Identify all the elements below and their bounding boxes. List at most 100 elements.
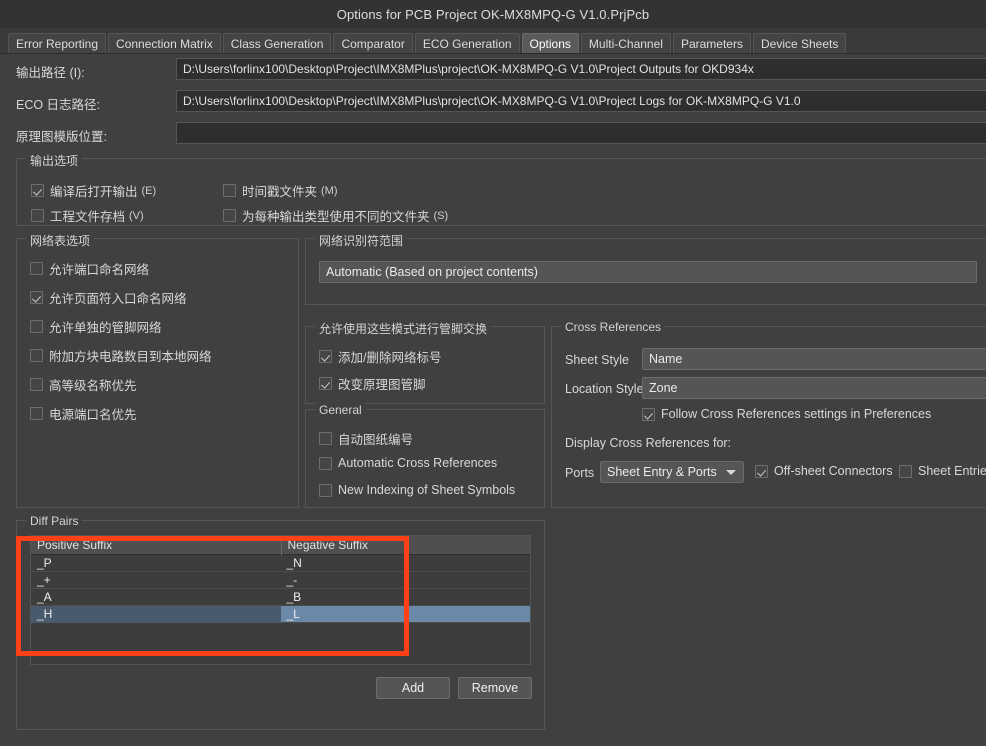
- eco-log-path-input[interactable]: D:\Users\forlinx100\Desktop\Project\IMX8…: [176, 90, 986, 112]
- net-identifier-scope-dropdown[interactable]: Automatic (Based on project contents): [319, 261, 977, 283]
- checkbox-label: Sheet Entries: [918, 464, 986, 478]
- window-title: Options for PCB Project OK-MX8MPQ-G V1.0…: [336, 6, 650, 22]
- net-identifier-scope-value: Automatic (Based on project contents): [326, 265, 538, 279]
- checkbox-power-port-names-take-priority[interactable]: 电源端口名优先: [30, 404, 137, 423]
- general-legend: General: [315, 403, 366, 417]
- output-path-label: 输出路径 (I):: [16, 66, 85, 80]
- diff-pairs-table[interactable]: Positive Suffix Negative Suffix _P _N _+ _-…: [30, 535, 531, 665]
- checkbox-label: 允许单独的管脚网络: [49, 321, 162, 335]
- tab-device-sheets[interactable]: Device Sheets: [752, 33, 847, 53]
- diff-pairs-header-row: Positive Suffix Negative Suffix: [31, 536, 530, 555]
- checkbox-change-schematic-pins[interactable]: 改变原理图管脚: [319, 374, 426, 393]
- cell-positive-suffix[interactable]: _A: [31, 589, 281, 606]
- checkbox-timestamp-folder[interactable]: 时间戳文件夹 (M): [223, 181, 338, 200]
- checkbox-box: [30, 349, 43, 362]
- netlist-options-legend: 网络表选项: [26, 232, 95, 249]
- checkbox-label: 允许端口命名网络: [49, 263, 150, 277]
- table-row[interactable]: _P _N: [31, 555, 530, 572]
- checkbox-box: [30, 378, 43, 391]
- output-path-input[interactable]: D:\Users\forlinx100\Desktop\Project\IMX8…: [176, 58, 986, 80]
- checkbox-add-remove-net-labels[interactable]: 添加/删除网络标号: [319, 347, 441, 366]
- sheet-style-dropdown[interactable]: Name: [642, 348, 986, 370]
- checkbox-label: Automatic Cross References: [338, 456, 498, 470]
- checkbox-append-sheet-number-to-local-nets[interactable]: 附加方块电路数目到本地网络: [30, 346, 212, 365]
- cell-negative-suffix[interactable]: _B: [281, 589, 531, 606]
- checkbox-auto-sheet-numbering[interactable]: 自动图纸编号: [319, 429, 413, 448]
- checkbox-mnemonic: (S): [433, 209, 449, 222]
- ports-label: Ports: [565, 466, 595, 480]
- cell-positive-suffix[interactable]: _P: [31, 555, 281, 572]
- diff-pairs-rows: _P _N _+ _- _A _B _H _L: [31, 555, 530, 623]
- checkbox-follow-cross-references-preferences[interactable]: Follow Cross References settings in Pref…: [642, 407, 931, 421]
- checkbox-box: [319, 377, 332, 390]
- table-row[interactable]: _+ _-: [31, 572, 530, 589]
- checkbox-label: 自动图纸编号: [338, 433, 414, 447]
- sheet-style-value: Name: [649, 352, 683, 366]
- tab-error-reporting[interactable]: Error Reporting: [8, 33, 107, 53]
- diff-pairs-group: Diff Pairs Positive Suffix Negative Suff…: [16, 514, 545, 730]
- checkbox-allow-port-naming-nets[interactable]: 允许端口命名网络: [30, 259, 149, 278]
- checkbox-box: [223, 184, 236, 197]
- net-identifier-scope-legend: 网络识别符范围: [315, 232, 408, 249]
- checkbox-box: [319, 432, 332, 445]
- cross-references-legend: Cross References: [561, 320, 666, 334]
- output-options-legend: 输出选项: [26, 152, 83, 169]
- options-dialog: Options for PCB Project OK-MX8MPQ-G V1.0…: [0, 0, 986, 746]
- checkbox-label: 工程文件存档: [50, 210, 126, 224]
- location-style-label: Location Style: [565, 382, 644, 396]
- chevron-down-icon: [726, 470, 736, 475]
- checkbox-box: [30, 407, 43, 420]
- tab-parameters[interactable]: Parameters: [672, 33, 751, 53]
- checkbox-box: [30, 262, 43, 275]
- checkbox-mnemonic: (E): [141, 184, 157, 197]
- checkbox-label: New Indexing of Sheet Symbols: [338, 483, 516, 497]
- checkbox-sheet-entries[interactable]: Sheet Entries: [899, 464, 986, 478]
- checkbox-box: [755, 464, 768, 478]
- cell-positive-suffix[interactable]: _H: [31, 605, 281, 623]
- table-row[interactable]: _H _L: [31, 605, 531, 623]
- cell-positive-suffix[interactable]: _+: [31, 572, 281, 589]
- location-style-dropdown[interactable]: Zone: [642, 377, 986, 399]
- checkbox-box: [642, 407, 655, 421]
- ports-dropdown[interactable]: Sheet Entry & Ports: [600, 461, 744, 483]
- checkbox-label: 添加/删除网络标号: [338, 351, 442, 365]
- checkbox-label: Follow Cross References settings in Pref…: [661, 407, 932, 421]
- checkbox-label: 高等级名称优先: [49, 379, 137, 393]
- tab-connection-matrix[interactable]: Connection Matrix: [108, 33, 221, 53]
- tab-multi-channel[interactable]: Multi-Channel: [580, 33, 671, 53]
- cell-negative-suffix[interactable]: _-: [281, 572, 531, 589]
- cell-negative-suffix[interactable]: _L: [281, 606, 531, 623]
- checkbox-label: 编译后打开输出: [50, 185, 138, 199]
- tab-class-generation[interactable]: Class Generation: [222, 33, 332, 53]
- checkbox-label: 改变原理图管脚: [338, 378, 426, 392]
- checkbox-off-sheet-connectors[interactable]: Off-sheet Connectors: [755, 464, 893, 478]
- netlist-options-group: 网络表选项 允许端口命名网络允许页面符入口命名网络允许单独的管脚网络附加方块电路…: [16, 232, 299, 508]
- tab-strip: Error Reporting Connection Matrix Class Ge…: [0, 28, 986, 54]
- checkbox-open-output-after-compile[interactable]: 编译后打开输出 (E): [31, 181, 156, 200]
- column-header-negative-suffix[interactable]: Negative Suffix: [280, 536, 531, 555]
- cell-negative-suffix[interactable]: _N: [281, 555, 531, 572]
- checkbox-label: 时间戳文件夹: [242, 185, 318, 199]
- checkbox-automatic-cross-references[interactable]: Automatic Cross References: [319, 456, 497, 470]
- add-button[interactable]: Add: [376, 677, 450, 699]
- checkbox-separate-folder-per-output-type[interactable]: 为每种输出类型使用不同的文件夹 (S): [223, 206, 448, 225]
- checkbox-higher-level-names-take-priority[interactable]: 高等级名称优先: [30, 375, 137, 394]
- checkbox-box: [30, 291, 43, 304]
- checkbox-archive-project-files[interactable]: 工程文件存档 (V): [31, 206, 144, 225]
- title-bar: Options for PCB Project OK-MX8MPQ-G V1.0…: [0, 0, 986, 28]
- table-row[interactable]: _A _B: [31, 589, 530, 606]
- general-group: General 自动图纸编号 Automatic Cross Reference…: [305, 403, 545, 508]
- tab-comparator[interactable]: Comparator: [333, 33, 413, 53]
- remove-button[interactable]: Remove: [458, 677, 532, 699]
- checkbox-allow-sheet-entry-naming-nets[interactable]: 允许页面符入口命名网络: [30, 288, 187, 307]
- tab-options[interactable]: Options: [521, 33, 579, 53]
- checkbox-allow-single-pin-nets[interactable]: 允许单独的管脚网络: [30, 317, 162, 336]
- checkbox-new-indexing-of-sheet-symbols[interactable]: New Indexing of Sheet Symbols: [319, 483, 515, 497]
- schematic-template-label: 原理图模版位置:: [16, 130, 107, 144]
- pin-swap-group: 允许使用这些模式进行管脚交换 添加/删除网络标号 改变原理图管脚: [305, 320, 545, 404]
- display-cross-references-for-label: Display Cross References for:: [565, 436, 732, 450]
- schematic-template-input[interactable]: [176, 122, 986, 144]
- column-header-positive-suffix[interactable]: Positive Suffix: [31, 536, 281, 555]
- tab-eco-generation[interactable]: ECO Generation: [414, 33, 520, 53]
- checkbox-box: [899, 464, 912, 478]
